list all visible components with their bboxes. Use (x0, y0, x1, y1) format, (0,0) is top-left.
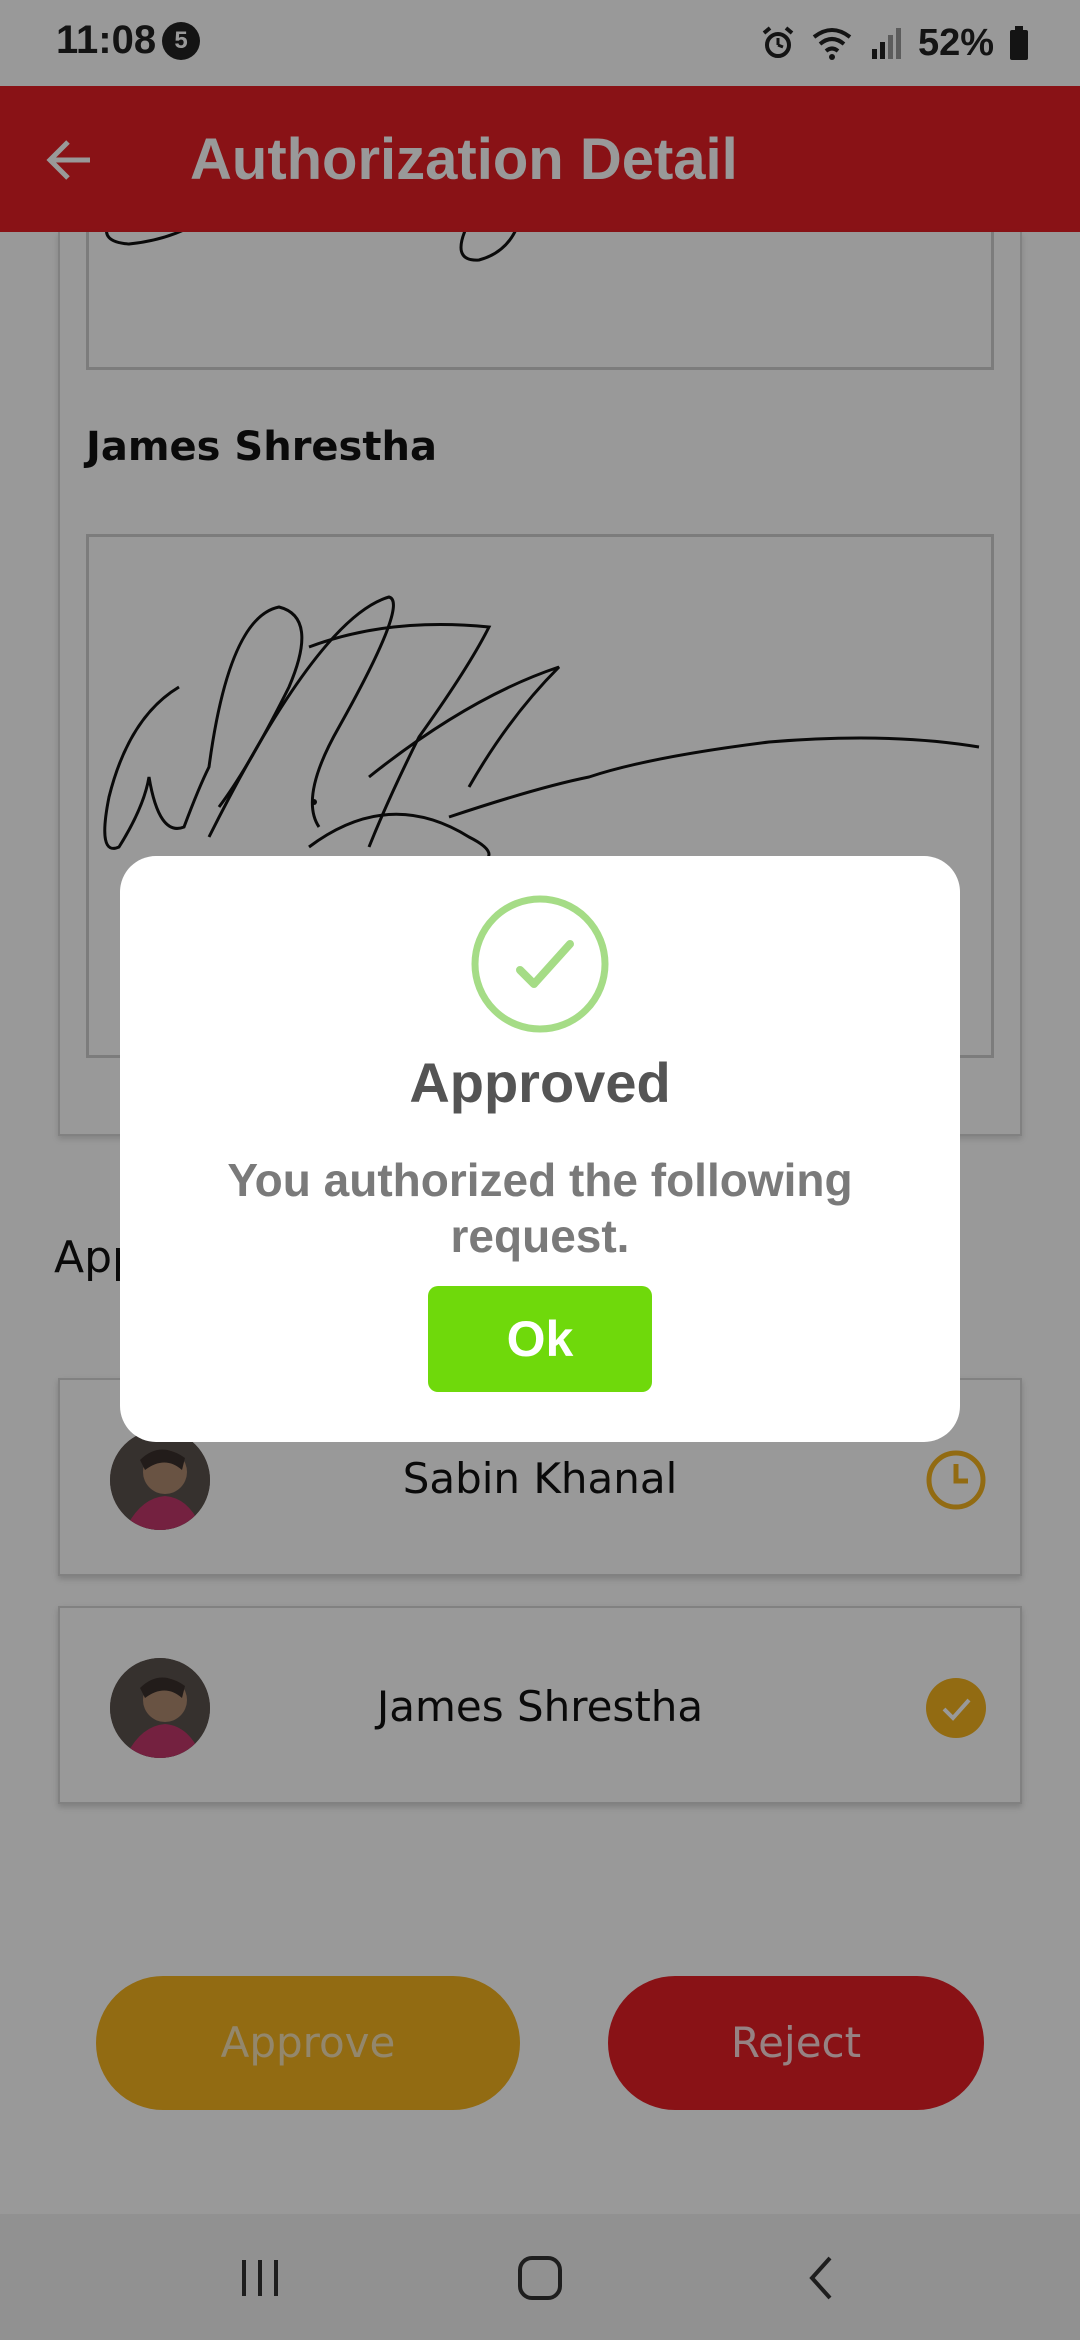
ok-button[interactable]: Ok (428, 1286, 652, 1392)
check-circle-icon (471, 895, 609, 1033)
screen: 11:08 5 52% Authorization Detail James S… (0, 0, 1080, 2340)
dialog-title: Approved (409, 1051, 671, 1114)
dialog-message: You authorized the following request. (227, 1154, 853, 1262)
success-dialog: Approved You authorized the following re… (120, 856, 960, 1442)
